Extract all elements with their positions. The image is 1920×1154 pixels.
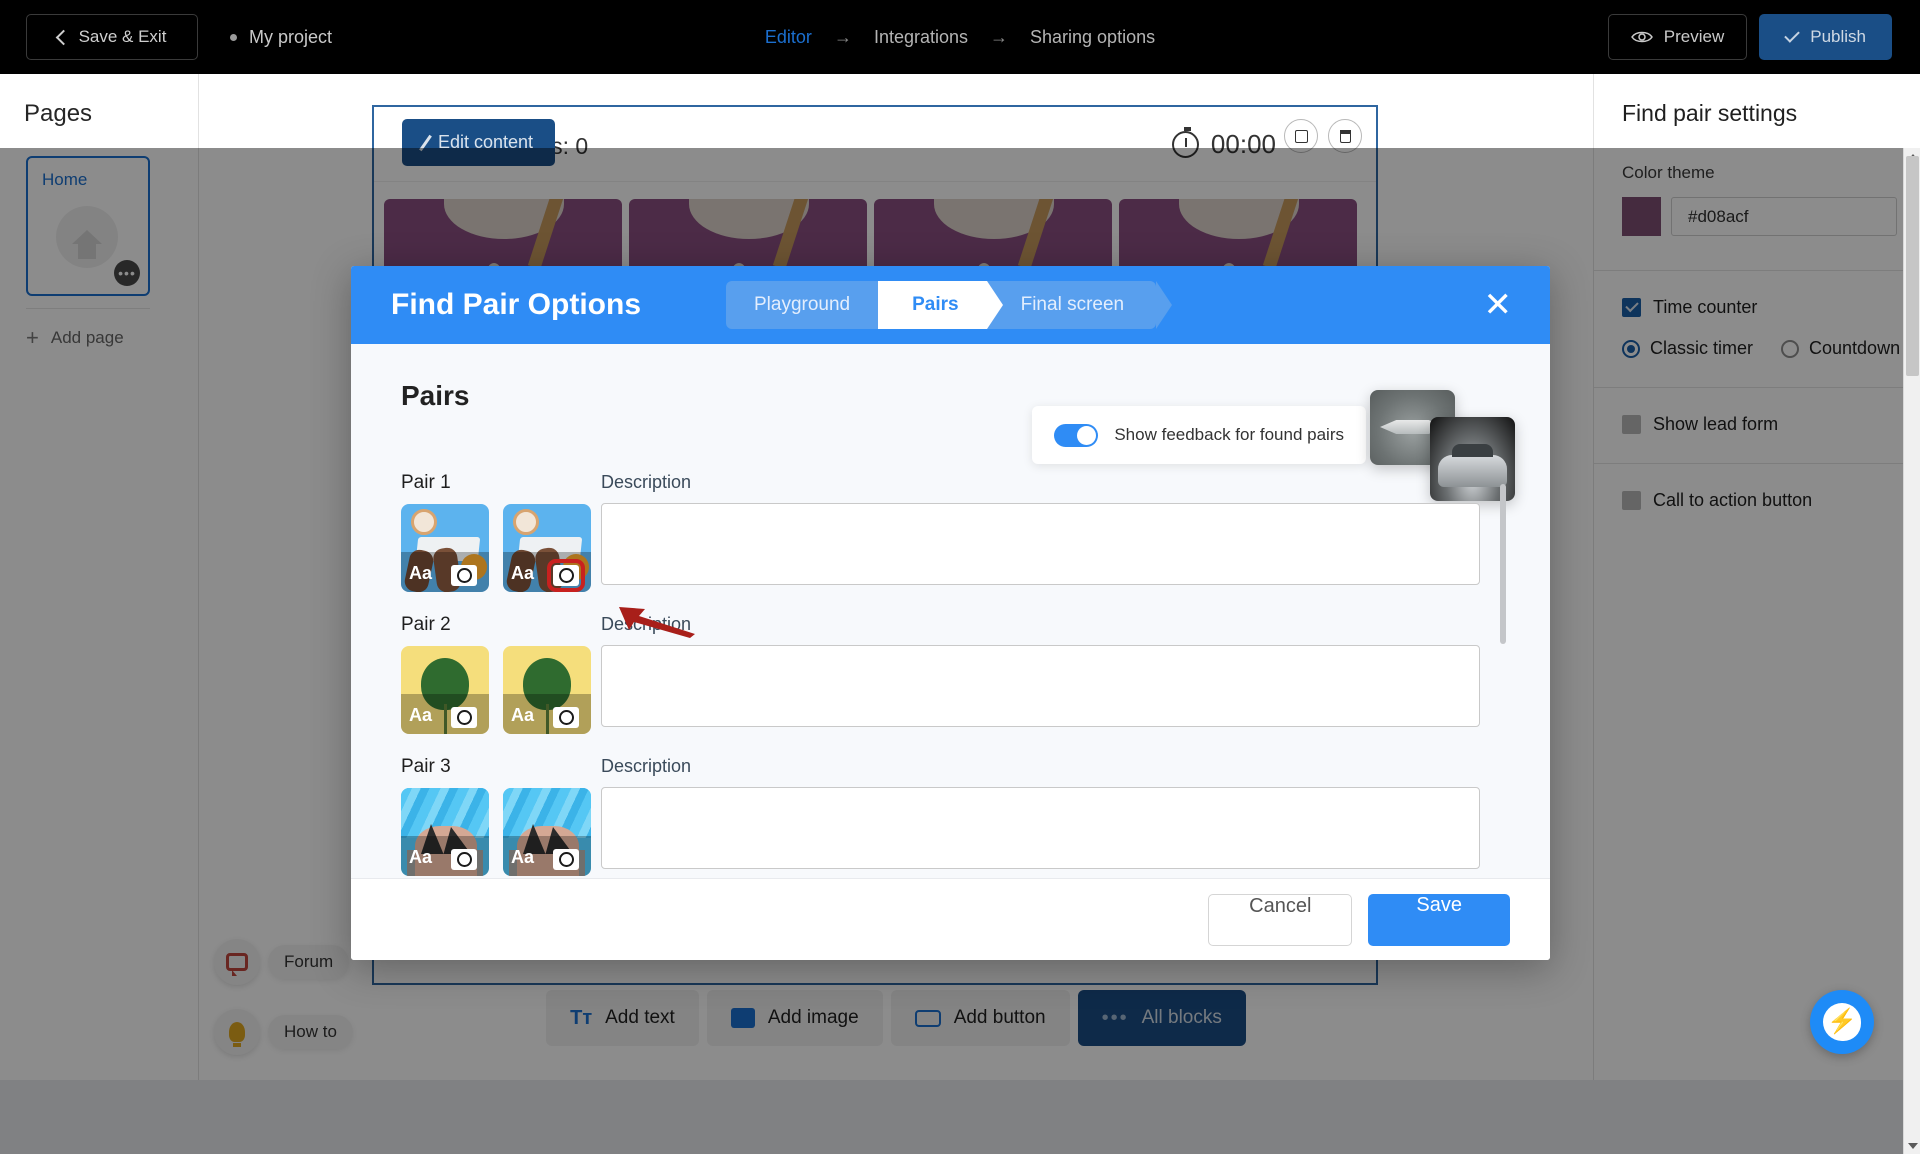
find-pair-options-modal: Find Pair Options Playground Pairs Final…: [351, 266, 1550, 960]
description-label: Description: [601, 472, 692, 492]
preview-label: Preview: [1663, 27, 1725, 46]
text-tool-icon[interactable]: Aa: [409, 563, 432, 584]
close-icon[interactable]: ✕: [1484, 288, 1513, 322]
pair-row: Pair 2 Aa Aa Description: [351, 614, 1550, 734]
show-feedback-label: Show feedback for found pairs: [1114, 425, 1344, 444]
pages-title: Pages: [24, 100, 93, 127]
pair-image-b[interactable]: Aa: [503, 788, 591, 876]
trash-icon: [1339, 129, 1351, 143]
modal-step-nav: Playground Pairs Final screen: [726, 281, 1172, 329]
image-tool-icon[interactable]: [553, 849, 579, 870]
modal-title: Find Pair Options: [391, 288, 642, 321]
description-label: Description: [601, 756, 692, 776]
breadcrumb-sharing-options[interactable]: Sharing options: [1030, 27, 1155, 48]
image-tool-icon[interactable]: [451, 849, 477, 870]
publish-button[interactable]: Publish: [1759, 14, 1892, 60]
show-feedback-toggle[interactable]: [1054, 423, 1099, 447]
window-scrollbar-thumb[interactable]: [1906, 156, 1919, 376]
toggle-knob: [1077, 425, 1097, 445]
duplicate-icon: [1294, 129, 1308, 143]
publish-label: Publish: [1810, 27, 1866, 46]
scroll-down-arrow-icon[interactable]: [1904, 1137, 1920, 1154]
messenger-chat-button[interactable]: ⚡: [1810, 990, 1874, 1054]
project-name-label: My project: [249, 26, 333, 47]
cancel-button[interactable]: Cancel: [1208, 893, 1353, 946]
pair-thumbs: Aa Aa: [401, 646, 601, 734]
pair-image-a[interactable]: Aa: [401, 646, 489, 734]
image-tool-icon[interactable]: [451, 707, 477, 728]
pair-image-a[interactable]: Aa: [401, 504, 489, 592]
top-bar-actions: Preview Publish: [1607, 14, 1892, 60]
status-dot-icon: [230, 33, 237, 41]
image-tool-icon[interactable]: [553, 707, 579, 728]
pair-row: Pair 1 Aa Aa Description: [351, 472, 1550, 592]
breadcrumb-integrations[interactable]: Integrations: [874, 27, 968, 48]
description-input[interactable]: [601, 645, 1480, 727]
description-input[interactable]: [601, 503, 1480, 585]
pair-thumbnails-group: Pair 3 Aa Aa: [401, 756, 601, 876]
pair-description-group: Description: [601, 756, 1550, 869]
messenger-icon: ⚡: [1823, 1003, 1861, 1041]
pair-label: Pair 1: [401, 472, 451, 493]
check-icon: [1784, 27, 1801, 43]
save-and-exit-button[interactable]: Save & Exit: [26, 14, 198, 60]
pair-thumbs: Aa Aa: [401, 788, 601, 876]
arrow-right-icon: →: [833, 26, 852, 47]
chevron-left-icon: [55, 29, 71, 45]
pair-description-group: Description: [601, 614, 1550, 727]
pair-thumbnails-group: Pair 2 Aa Aa: [401, 614, 601, 734]
pair-row: Pair 3 Aa Aa Description: [351, 756, 1550, 876]
settings-title: Find pair settings: [1622, 100, 1798, 126]
pair-thumbnails-group: Pair 1 Aa Aa: [401, 472, 601, 592]
save-button[interactable]: Save: [1368, 893, 1510, 946]
pair-label: Pair 2: [401, 614, 451, 635]
pair-label: Pair 3: [401, 756, 451, 777]
text-tool-icon[interactable]: Aa: [409, 705, 432, 726]
app-shell: Pages Home ••• + Add page Edit content o…: [0, 74, 1920, 1154]
description-input[interactable]: [601, 787, 1480, 869]
project-name[interactable]: My project: [230, 27, 332, 48]
pairs-scrollbar[interactable]: [1500, 484, 1506, 874]
window-scrollbar[interactable]: [1903, 148, 1920, 1154]
breadcrumb: Editor → Integrations → Sharing options: [765, 27, 1155, 48]
step-playground[interactable]: Playground: [726, 281, 895, 329]
save-and-exit-label: Save & Exit: [78, 27, 167, 46]
image-tool-icon-selected[interactable]: [547, 559, 585, 592]
pair-description-group: Description: [601, 472, 1550, 585]
pair-thumbs: Aa Aa: [401, 504, 601, 592]
eye-icon: [1630, 31, 1653, 43]
pairs-scrollbar-thumb[interactable]: [1500, 484, 1506, 644]
pairs-list: Pair 1 Aa Aa Description Pair 2 Aa Aa De…: [351, 472, 1550, 878]
text-tool-icon[interactable]: Aa: [511, 705, 534, 726]
step-final-screen[interactable]: Final screen: [986, 281, 1172, 329]
modal-footer: Cancel Save: [351, 878, 1550, 960]
text-tool-icon[interactable]: Aa: [511, 563, 534, 584]
arrow-right-icon: →: [990, 26, 1008, 47]
description-label: Description: [601, 614, 692, 634]
pair-image-b[interactable]: Aa: [503, 646, 591, 734]
step-pairs[interactable]: Pairs: [878, 281, 1004, 329]
modal-header: Find Pair Options Playground Pairs Final…: [351, 266, 1550, 344]
show-feedback-card: Show feedback for found pairs: [1032, 406, 1366, 464]
preview-button[interactable]: Preview: [1607, 14, 1748, 60]
image-tool-icon[interactable]: [451, 565, 477, 586]
pair-image-b[interactable]: Aa: [503, 504, 591, 592]
pair-image-a[interactable]: Aa: [401, 788, 489, 876]
modal-body: Pairs Show feedback for found pairs Pair…: [351, 344, 1550, 878]
text-tool-icon[interactable]: Aa: [409, 847, 432, 868]
text-tool-icon[interactable]: Aa: [511, 847, 534, 868]
breadcrumb-editor[interactable]: Editor: [765, 27, 812, 48]
car-windshield-shape: [1452, 444, 1493, 457]
top-bar: Save & Exit My project Editor → Integrat…: [0, 0, 1920, 74]
